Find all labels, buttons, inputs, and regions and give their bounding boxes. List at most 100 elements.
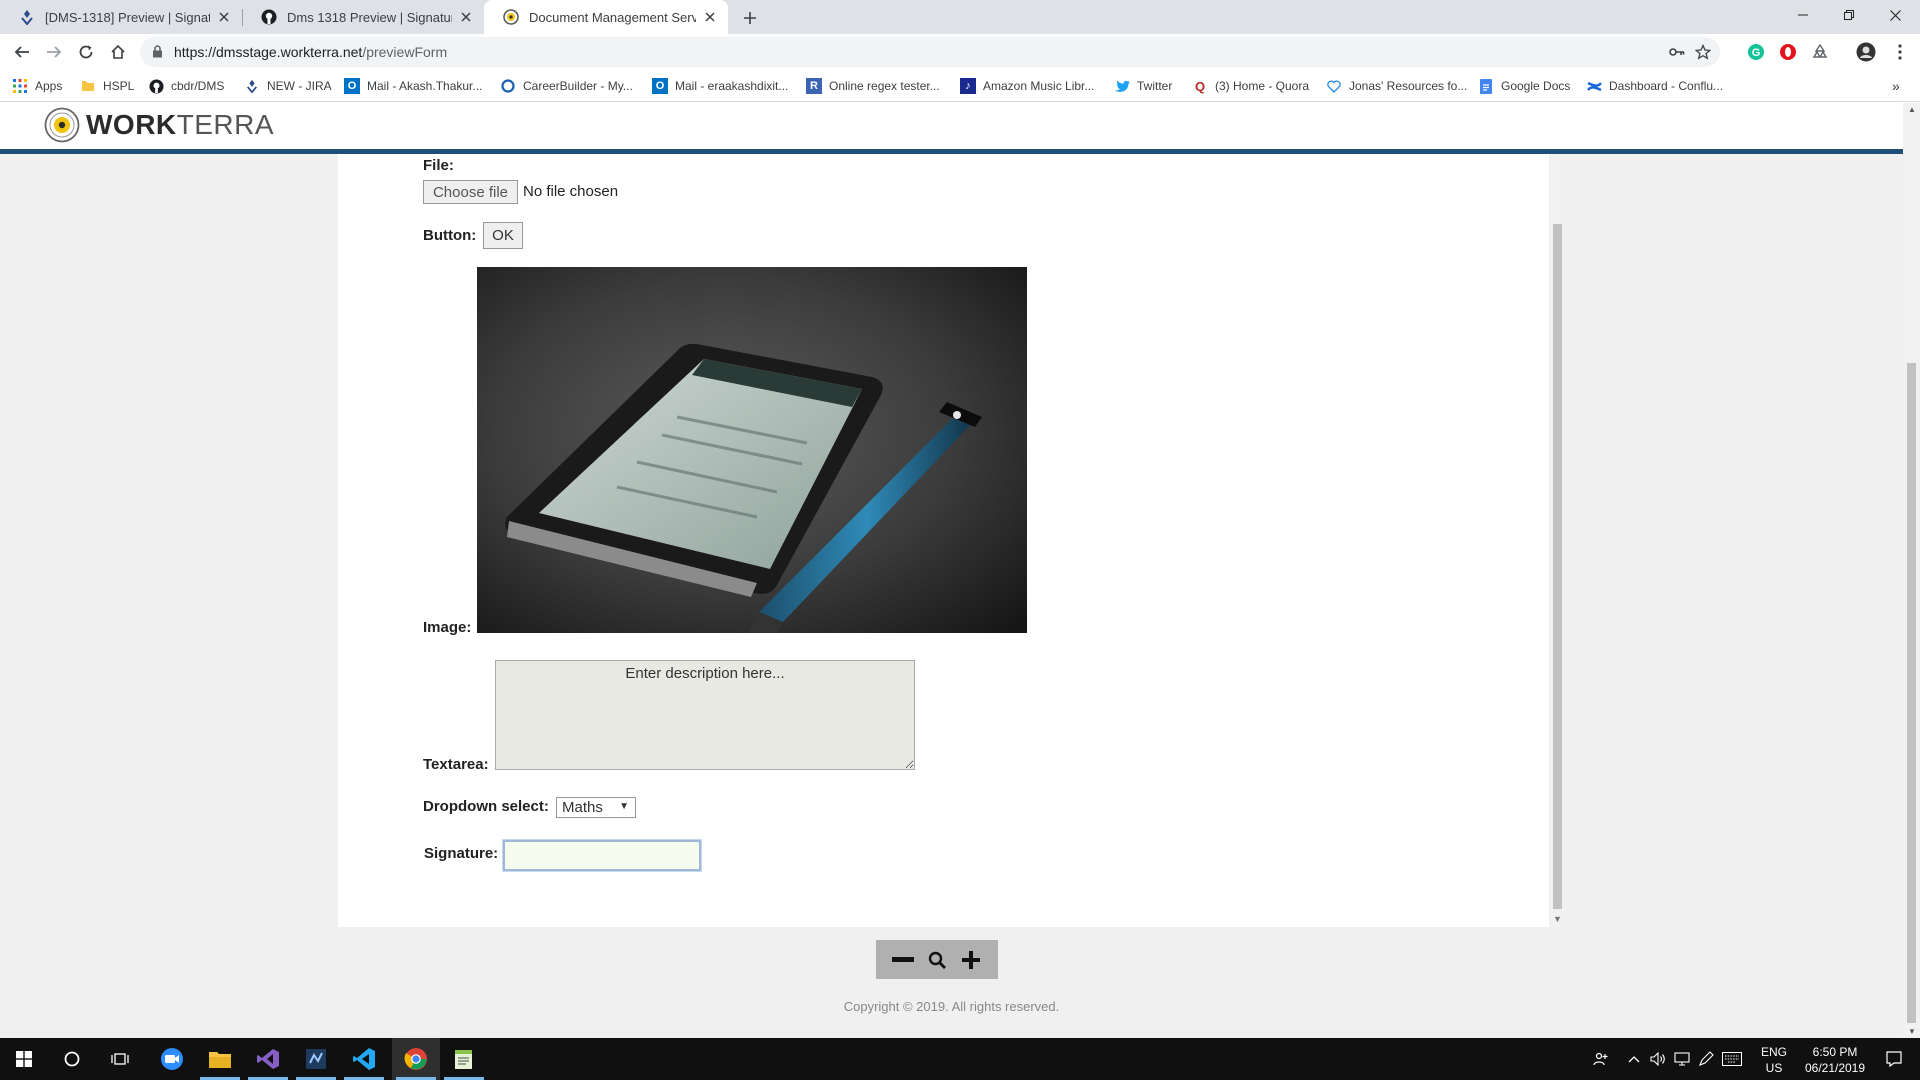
description-textarea[interactable] — [495, 660, 915, 770]
bookmark-quora[interactable]: Q (3) Home - Quora — [1192, 77, 1309, 95]
action-center-icon[interactable] — [1876, 1038, 1912, 1080]
home-button[interactable] — [104, 38, 132, 66]
close-icon — [1889, 9, 1901, 21]
bookmark-mail-akash[interactable]: O Mail - Akash.Thakur... — [344, 77, 482, 95]
page-scrollbar[interactable]: ▲ ▼ — [1903, 103, 1920, 1038]
choose-file-button[interactable]: Choose file — [423, 180, 518, 204]
bookmark-label: (3) Home - Quora — [1215, 79, 1310, 93]
key-icon[interactable] — [1668, 43, 1686, 61]
start-button[interactable] — [0, 1038, 48, 1080]
address-bar[interactable]: https://dmsstage.workterra.net/previewFo… — [140, 37, 1720, 67]
bookmark-mail-eraakash[interactable]: O Mail - eraakashdixit... — [652, 77, 788, 95]
github-icon — [260, 8, 278, 26]
chrome-taskbar-icon[interactable] — [392, 1038, 440, 1080]
apps-grid-icon — [12, 78, 28, 94]
restore-window-button[interactable] — [1826, 0, 1872, 30]
zoom-in-button[interactable] — [959, 948, 983, 972]
tab-title: Dms 1318 Preview | Signature rig — [287, 9, 452, 25]
github-icon — [148, 78, 164, 94]
zoom-out-button[interactable] — [891, 948, 915, 972]
close-tab-icon[interactable] — [702, 9, 718, 25]
people-icon[interactable] — [1588, 1038, 1614, 1080]
close-tab-icon[interactable] — [458, 9, 474, 25]
visual-studio-icon[interactable] — [244, 1038, 292, 1080]
bookmark-confluence[interactable]: Dashboard - Conflu... — [1586, 77, 1723, 95]
touch-keyboard-icon[interactable] — [1720, 1038, 1744, 1080]
opera-icon[interactable] — [1778, 42, 1798, 62]
browser-tab-jira[interactable]: [DMS-1318] Preview | Signature — [0, 0, 242, 34]
chrome-menu-icon[interactable] — [1890, 42, 1910, 62]
svg-text:G: G — [1752, 47, 1761, 59]
close-tab-icon[interactable] — [216, 9, 232, 25]
volume-icon[interactable] — [1648, 1038, 1668, 1080]
bookmark-label: Amazon Music Libr... — [983, 79, 1095, 93]
signature-label: Signature: — [424, 845, 499, 862]
heart-icon — [1326, 78, 1342, 94]
windows-logo-icon — [16, 1051, 32, 1067]
minus-icon — [892, 956, 914, 962]
jira-icon — [244, 78, 260, 94]
workterra-logo[interactable]: WORKTERRA — [44, 107, 274, 143]
bookmark-google-docs[interactable]: Google Docs — [1478, 77, 1570, 95]
cortana-search-button[interactable] — [48, 1038, 96, 1080]
close-window-button[interactable] — [1872, 0, 1918, 30]
tab-title: Document Management Service — [529, 9, 696, 25]
vscode-icon[interactable] — [340, 1038, 388, 1080]
form-scrollbar[interactable]: ▼ — [1549, 154, 1566, 927]
url-host: https://dmsstage.workterra.net — [174, 44, 363, 60]
recycle-icon[interactable] — [1810, 42, 1830, 62]
scroll-up-icon[interactable]: ▲ — [1908, 105, 1916, 114]
copyright-text: Copyright © 2019. All rights reserved. — [843, 999, 1060, 1014]
chevron-up-icon[interactable] — [1624, 1038, 1644, 1080]
scroll-down-icon[interactable]: ▼ — [1553, 914, 1562, 924]
logo-wordmark: WORKTERRA — [86, 109, 274, 141]
bookmark-apps[interactable]: Apps — [12, 77, 62, 95]
profile-avatar[interactable] — [1856, 42, 1876, 62]
bookmark-careerbuilder[interactable]: CareerBuilder - My... — [500, 77, 633, 95]
bookmark-star-icon[interactable] — [1694, 43, 1712, 61]
browser-tab-github[interactable]: Dms 1318 Preview | Signature rig — [242, 0, 484, 34]
signature-input[interactable] — [503, 840, 701, 871]
bookmark-hspl[interactable]: HSPL — [80, 77, 134, 95]
reload-icon — [79, 45, 93, 59]
forward-button[interactable] — [40, 38, 68, 66]
clock[interactable]: 6:50 PM 06/21/2019 — [1796, 1044, 1874, 1076]
back-button[interactable] — [8, 38, 36, 66]
bookmark-label: Google Docs — [1501, 79, 1571, 93]
folder-icon — [80, 78, 96, 94]
minimize-window-button[interactable] — [1780, 0, 1826, 30]
bookmark-amazon-music[interactable]: ♪ Amazon Music Libr... — [960, 77, 1094, 95]
chevron-down-icon: ▼ — [619, 801, 629, 812]
bookmark-label: Twitter — [1137, 79, 1173, 93]
app-header: WORKTERRA — [0, 103, 1903, 152]
task-view-button[interactable] — [96, 1038, 144, 1080]
bookmark-jonas-resources[interactable]: Jonas' Resources fo... — [1326, 77, 1467, 95]
bookmark-label: Dashboard - Conflu... — [1609, 79, 1724, 93]
ok-button[interactable]: OK — [483, 222, 523, 249]
notepad-icon[interactable] — [440, 1038, 488, 1080]
zoom-search-button[interactable] — [925, 948, 949, 972]
grammarly-icon[interactable]: G — [1746, 42, 1766, 62]
pen-workspace-icon[interactable] — [1696, 1038, 1716, 1080]
more-bookmarks-button[interactable]: » — [1892, 77, 1900, 95]
subject-dropdown[interactable]: Maths ▼ — [556, 797, 636, 818]
zoom-app-icon[interactable] — [148, 1038, 196, 1080]
bookmark-cbdr-dms[interactable]: cbdr/DMS — [148, 77, 224, 95]
network-icon[interactable] — [1672, 1038, 1692, 1080]
bookmark-new-jira[interactable]: NEW - JIRA — [244, 77, 332, 95]
scroll-down-icon[interactable]: ▼ — [1908, 1027, 1916, 1036]
input-language[interactable]: ENG US — [1756, 1044, 1792, 1076]
magnifier-icon — [928, 951, 946, 969]
new-tab-button[interactable] — [738, 6, 762, 30]
browser-tab-dms[interactable]: Document Management Service — [484, 0, 728, 34]
page-scrollbar-thumb[interactable] — [1907, 363, 1916, 1023]
ssms-icon[interactable] — [292, 1038, 340, 1080]
reload-button[interactable] — [72, 38, 100, 66]
file-explorer-icon[interactable] — [196, 1038, 244, 1080]
bookmark-twitter[interactable]: Twitter — [1114, 77, 1172, 95]
careerbuilder-icon — [500, 78, 516, 94]
form-scrollbar-thumb[interactable] — [1553, 224, 1562, 909]
quora-icon: Q — [1194, 78, 1206, 94]
bookmark-regex[interactable]: R Online regex tester... — [806, 77, 940, 95]
form-image — [477, 267, 1027, 633]
